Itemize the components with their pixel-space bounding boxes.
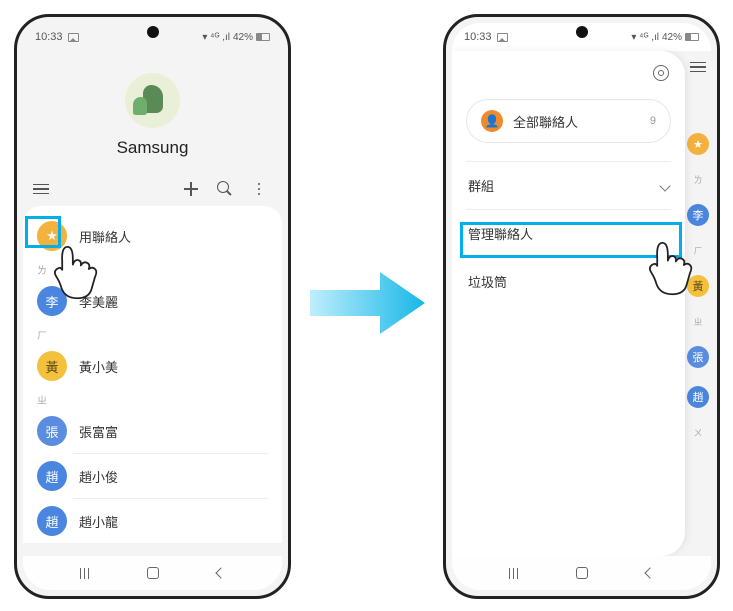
contact-row[interactable]: 趙 趙小龍	[23, 499, 282, 543]
status-battery: 42%	[662, 32, 682, 43]
status-time: 10:33	[464, 31, 492, 43]
menu-icon[interactable]	[33, 180, 49, 198]
contact-row[interactable]: 張 張富富	[23, 409, 282, 453]
drawer-label: 群組	[468, 176, 494, 195]
nav-back-icon[interactable]	[215, 567, 226, 578]
index-badge[interactable]: 黃	[687, 275, 709, 297]
phone-left: 10:33 ▾ ⁴ᴳ ,ıl 42% Samsung ★	[14, 14, 291, 599]
index-letter[interactable]: ㄓ	[693, 315, 702, 328]
status-battery: 42%	[233, 32, 253, 43]
index-letter[interactable]: ㄏ	[693, 244, 702, 257]
contact-row[interactable]: 李 李美麗	[23, 279, 282, 323]
tutorial-highlight	[25, 216, 61, 248]
step-arrow	[310, 272, 425, 334]
status-signal: ▾ ⁴ᴳ ,ıl	[202, 32, 230, 43]
contact-badge: 黃	[37, 351, 67, 381]
section-label: ㄏ	[23, 323, 282, 344]
index-badge[interactable]: 李	[687, 204, 709, 226]
android-nav-bar	[452, 556, 711, 590]
status-time: 10:33	[35, 31, 63, 43]
contact-name: 用聯絡人	[79, 227, 131, 246]
nav-home-icon[interactable]	[147, 567, 159, 579]
side-drawer: 👤 全部聯絡人 9 群組 管理聯絡人 垃圾筒	[452, 51, 685, 556]
drawer-item-trash[interactable]: 垃圾筒	[452, 258, 685, 305]
person-icon: 👤	[481, 110, 503, 132]
contact-name: 李美麗	[79, 292, 118, 311]
drawer-item-groups[interactable]: 群組	[452, 162, 685, 209]
search-icon[interactable]	[216, 180, 234, 198]
tutorial-highlight	[460, 222, 682, 258]
index-letter[interactable]: ㄌ	[693, 173, 702, 186]
contact-badge: 張	[37, 416, 67, 446]
contacts-index-strip: ★ ㄌ 李 ㄏ 黃 ㄓ 張 趙 ㄨ	[685, 51, 711, 556]
all-contacts-pill[interactable]: 👤 全部聯絡人 9	[466, 99, 671, 143]
contact-name: 黃小美	[79, 357, 118, 376]
contact-row[interactable]: 黃 黃小美	[23, 344, 282, 388]
all-contacts-count: 9	[650, 115, 656, 127]
add-icon[interactable]	[182, 180, 200, 198]
nav-recents-icon[interactable]	[80, 568, 90, 579]
section-label: ㄌ	[23, 258, 282, 279]
profile-avatar[interactable]	[125, 73, 180, 128]
contact-badge: 李	[37, 286, 67, 316]
drawer-label: 垃圾筒	[468, 272, 507, 291]
contact-badge: 趙	[37, 461, 67, 491]
screen-left: 10:33 ▾ ⁴ᴳ ,ıl 42% Samsung ★	[23, 23, 282, 590]
screen-right: 10:33 ▾ ⁴ᴳ ,ıl 42% ★ ㄌ 李 ㄏ 黃 ㄓ 張	[452, 23, 711, 590]
phone-right: 10:33 ▾ ⁴ᴳ ,ıl 42% ★ ㄌ 李 ㄏ 黃 ㄓ 張	[443, 14, 720, 599]
contact-badge: 趙	[37, 506, 67, 536]
screenshot-icon	[497, 33, 508, 42]
index-badge[interactable]: 張	[687, 346, 709, 368]
contacts-list[interactable]: ★ 用聯絡人 ㄌ 李 李美麗 ㄏ 黃 黃小美 ㄓ 張 張富富 趙 趙小俊	[23, 206, 282, 543]
more-icon[interactable]	[250, 180, 268, 198]
contact-name: 趙小俊	[79, 467, 118, 486]
star-icon[interactable]: ★	[687, 133, 709, 155]
nav-back-icon[interactable]	[644, 567, 655, 578]
settings-icon[interactable]	[653, 65, 669, 81]
toolbar	[23, 172, 282, 206]
status-signal: ▾ ⁴ᴳ ,ıl	[631, 32, 659, 43]
all-contacts-label: 全部聯絡人	[513, 112, 578, 131]
contact-row[interactable]: 趙 趙小俊	[23, 454, 282, 498]
contact-name: 趙小龍	[79, 512, 118, 531]
drawer-layer: ★ ㄌ 李 ㄏ 黃 ㄓ 張 趙 ㄨ 👤 全部聯絡人	[452, 51, 711, 556]
camera-notch	[147, 26, 159, 38]
profile-name: Samsung	[23, 138, 282, 158]
android-nav-bar	[23, 556, 282, 590]
index-letter[interactable]: ㄨ	[693, 426, 702, 439]
profile-header: Samsung	[23, 51, 282, 172]
nav-recents-icon[interactable]	[509, 568, 519, 579]
camera-notch	[576, 26, 588, 38]
index-badge[interactable]: 趙	[687, 386, 709, 408]
nav-home-icon[interactable]	[576, 567, 588, 579]
chevron-down-icon	[659, 180, 670, 191]
battery-icon	[685, 33, 699, 41]
menu-icon[interactable]	[690, 59, 706, 75]
contact-name: 張富富	[79, 422, 118, 441]
section-label: ㄓ	[23, 388, 282, 409]
contact-row[interactable]: ★ 用聯絡人	[23, 214, 282, 258]
battery-icon	[256, 33, 270, 41]
screenshot-icon	[68, 33, 79, 42]
